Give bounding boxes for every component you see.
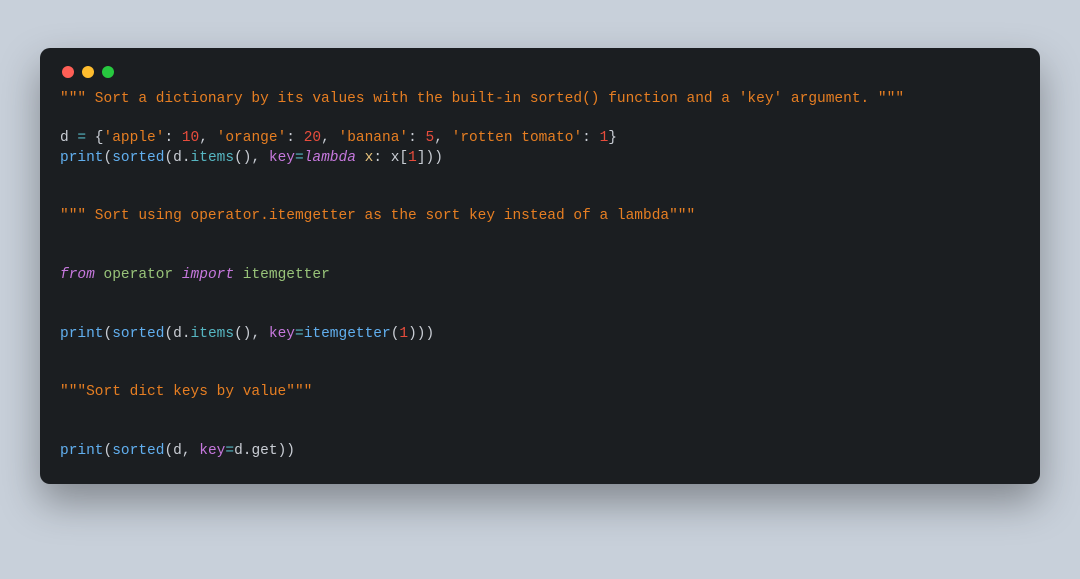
code-token: 1 — [399, 326, 408, 342]
code-token: from — [60, 267, 95, 283]
code-token: items — [191, 150, 235, 166]
code-token: ])) — [417, 150, 443, 166]
code-token: d — [60, 130, 77, 146]
code-token: } — [608, 130, 617, 146]
code-token: , — [199, 130, 216, 146]
code-token: d.get)) — [234, 443, 295, 459]
code-line: """ Sort using operator.itemgetter as th… — [60, 208, 695, 224]
code-token: (), — [234, 326, 269, 342]
code-token: (), — [234, 150, 269, 166]
code-token: (d, — [164, 443, 199, 459]
code-token: sorted — [112, 443, 164, 459]
code-token: 1 — [408, 150, 417, 166]
code-token: ( — [104, 443, 113, 459]
code-window: """ Sort a dictionary by its values with… — [40, 48, 1040, 484]
code-token: print — [60, 443, 104, 459]
code-token: (d. — [164, 326, 190, 342]
code-token: = — [295, 150, 304, 166]
close-icon[interactable] — [62, 66, 74, 78]
code-token: : x[ — [373, 150, 408, 166]
code-token: , — [434, 130, 451, 146]
code-token: """ Sort using operator.itemgetter as th… — [60, 208, 695, 224]
code-token: items — [191, 326, 235, 342]
code-token: x — [365, 150, 374, 166]
code-token: 20 — [304, 130, 321, 146]
code-token: """ Sort a dictionary by its values with… — [60, 91, 904, 107]
code-token: import — [182, 267, 234, 283]
code-token: { — [86, 130, 103, 146]
code-token: : — [408, 130, 425, 146]
code-token: ( — [104, 150, 113, 166]
code-token: 'rotten tomato' — [452, 130, 583, 146]
code-token — [356, 150, 365, 166]
code-token: itemgetter — [243, 267, 330, 283]
code-token: (d. — [164, 150, 190, 166]
code-token: : — [164, 130, 181, 146]
code-token — [234, 267, 243, 283]
code-token: , — [321, 130, 338, 146]
code-line: from operator import itemgetter — [60, 267, 330, 283]
code-token: 10 — [182, 130, 199, 146]
code-token: key — [269, 326, 295, 342]
code-token: sorted — [112, 326, 164, 342]
code-line: """Sort dict keys by value""" — [60, 384, 312, 400]
code-token: lambda — [304, 150, 356, 166]
code-line: print(sorted(d, key=d.get)) — [60, 443, 295, 459]
code-token: itemgetter — [304, 326, 391, 342]
code-token — [95, 267, 104, 283]
code-token — [173, 267, 182, 283]
code-token: : — [286, 130, 303, 146]
code-token: """Sort dict keys by value""" — [60, 384, 312, 400]
code-token: = — [77, 130, 86, 146]
code-token: 'banana' — [339, 130, 409, 146]
code-token: 'orange' — [217, 130, 287, 146]
code-token: sorted — [112, 150, 164, 166]
code-token: 5 — [426, 130, 435, 146]
code-token: print — [60, 150, 104, 166]
code-token: = — [295, 326, 304, 342]
code-line: print(sorted(d.items(), key=itemgetter(1… — [60, 326, 434, 342]
code-token: 1 — [600, 130, 609, 146]
code-line: """ Sort a dictionary by its values with… — [60, 91, 904, 107]
code-line: d = {'apple': 10, 'orange': 20, 'banana'… — [60, 130, 617, 146]
code-token: print — [60, 326, 104, 342]
window-titlebar — [60, 62, 1020, 90]
code-token: = — [225, 443, 234, 459]
code-line: print(sorted(d.items(), key=lambda x: x[… — [60, 150, 443, 166]
code-block: """ Sort a dictionary by its values with… — [60, 90, 1020, 462]
minimize-icon[interactable] — [82, 66, 94, 78]
code-token: : — [582, 130, 599, 146]
code-token: 'apple' — [104, 130, 165, 146]
code-token: key — [199, 443, 225, 459]
code-token: operator — [104, 267, 174, 283]
code-token: ( — [104, 326, 113, 342]
page-background: """ Sort a dictionary by its values with… — [0, 0, 1080, 579]
code-token: ))) — [408, 326, 434, 342]
zoom-icon[interactable] — [102, 66, 114, 78]
code-token: key — [269, 150, 295, 166]
